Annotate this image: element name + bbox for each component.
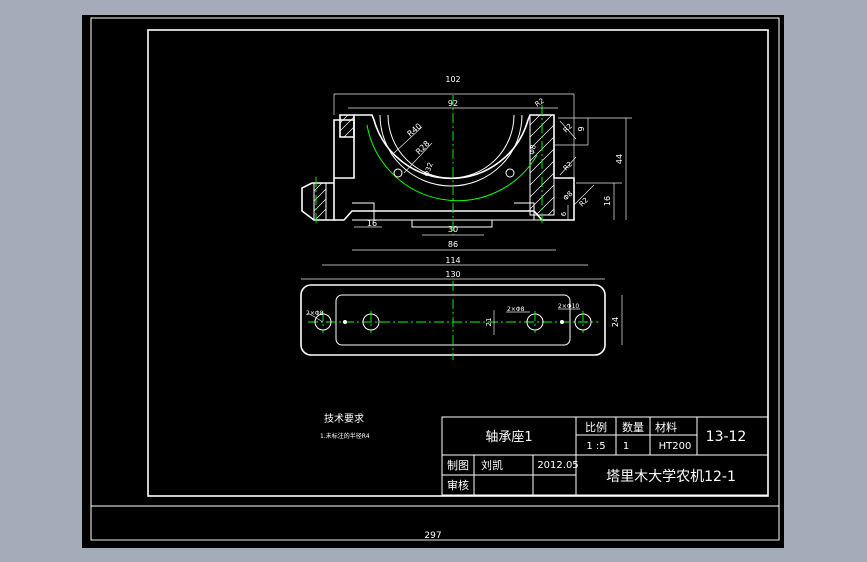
drawing-number: 13-12 — [706, 429, 747, 445]
pitch-circle — [366, 124, 538, 202]
dim-hole-c: 2×Φ10 — [558, 303, 579, 310]
body-outline — [334, 114, 575, 221]
drafter-label: 制图 — [447, 459, 469, 472]
dim-hole-a: 2×Φ8 — [306, 310, 324, 317]
material-label: 材料 — [655, 420, 677, 434]
dim-6: 6 — [560, 211, 568, 216]
top-view: 130 21 24 2×Φ8 2×Φ8 2×Φ10 — [300, 270, 623, 360]
drafter-name: 刘凯 — [481, 459, 503, 472]
front-view: 102 92 86 114 30 16 44 16 9 6 R40 R28 Φ3… — [301, 75, 632, 266]
school-name: 塔里木大学农机12-1 — [606, 469, 736, 485]
hatch-top-boss — [339, 114, 355, 138]
engineering-drawing: 102 92 86 114 30 16 44 16 9 6 R40 R28 Φ3… — [90, 17, 780, 541]
dim-phi8-a: Φ8 — [528, 144, 538, 155]
drawing-date: 2012.05 — [537, 460, 578, 471]
dim-phi8-b: Φ8 — [562, 190, 575, 203]
tech-title: 技术要求 — [324, 412, 364, 425]
center-mark — [343, 320, 347, 324]
title-block: 轴承座1 比例 数量 材料 1 :5 1 HT200 13-12 制图 刘凯 2… — [441, 416, 769, 496]
dim-44: 44 — [615, 154, 624, 164]
tech-note: 1.未标注的半径R4 — [320, 432, 370, 440]
material-value: HT200 — [659, 441, 692, 452]
dim-16a: 16 — [367, 219, 377, 228]
right-bolt-hole — [505, 168, 515, 178]
dim-92: 92 — [448, 99, 458, 108]
dim-r2-low: R2 — [578, 196, 590, 208]
qty-label: 数量 — [622, 421, 644, 434]
dim-hole-b: 2×Φ8 — [507, 306, 525, 313]
cad-viewport[interactable]: 102 92 86 114 30 16 44 16 9 6 R40 R28 Φ3… — [82, 15, 784, 548]
dim-21: 21 — [485, 318, 493, 327]
center-mark — [560, 320, 564, 324]
dim-r28: R28 — [414, 139, 432, 157]
dim-297: 297 — [424, 531, 441, 541]
dim-30: 30 — [448, 225, 458, 234]
ratio-value: 1 :5 — [586, 441, 605, 452]
part-name: 轴承座1 — [485, 430, 532, 445]
dim-102: 102 — [445, 75, 460, 84]
left-bolt-hole — [393, 168, 403, 178]
checker-label: 审核 — [447, 478, 469, 492]
dim-130: 130 — [445, 270, 460, 279]
dim-16b: 16 — [603, 196, 612, 206]
dim-86: 86 — [448, 240, 458, 249]
dim-114: 114 — [445, 256, 460, 265]
dim-r2-top: R2 — [534, 97, 546, 109]
dim-r2-right: R2 — [562, 122, 574, 134]
dim-9: 9 — [577, 126, 586, 131]
dim-r40: R40 — [406, 122, 424, 139]
bore-arc-2 — [387, 114, 515, 179]
qty-value: 1 — [623, 441, 629, 452]
ratio-label: 比例 — [585, 420, 607, 434]
dim-24: 24 — [611, 317, 620, 327]
